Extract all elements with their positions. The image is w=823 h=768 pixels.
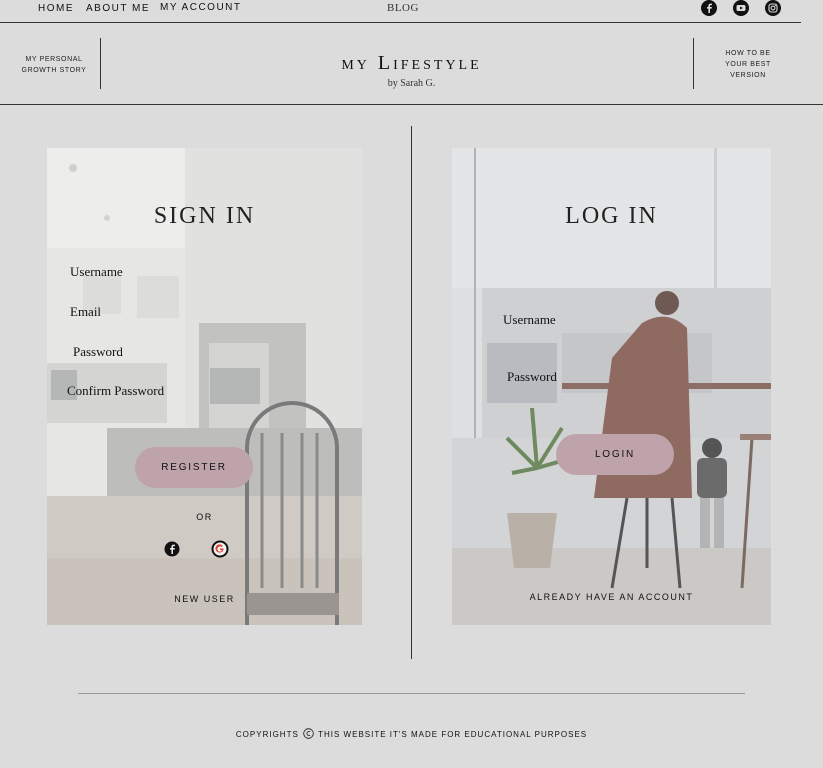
copyright-icon [303, 728, 314, 739]
site-title: my Lifestyle [341, 52, 482, 74]
nav-home[interactable]: Home [38, 3, 74, 14]
google-login-icon[interactable] [211, 540, 229, 558]
footer-text: Copyrights This website it's made for ed… [0, 728, 823, 739]
email-field[interactable]: Email [70, 304, 101, 320]
login-button[interactable]: login [556, 434, 674, 475]
username-field[interactable]: Username [70, 264, 123, 280]
youtube-icon[interactable] [733, 0, 749, 16]
nav-blog[interactable]: Blog [387, 2, 419, 14]
signin-panel: SIGN IN Username Email Password Confirm … [47, 148, 362, 625]
or-text: or [196, 512, 213, 522]
footer-notice: This website it's made for educational p… [318, 730, 588, 739]
nav-account[interactable]: My account [160, 2, 242, 13]
already-have-account-link[interactable]: already have an account [452, 592, 771, 602]
password-field[interactable]: Password [73, 344, 123, 360]
header-right-divider [693, 38, 694, 89]
signin-title: SIGN IN [153, 203, 256, 229]
facebook-icon[interactable] [701, 0, 717, 16]
site-subtitle: by Sarah G. [387, 78, 436, 89]
login-username-field[interactable]: Username [503, 312, 556, 328]
header-right-line3: version [730, 72, 766, 79]
footer-divider [78, 693, 745, 694]
facebook-login-icon[interactable] [164, 541, 180, 557]
confirm-password-field[interactable]: Confirm Password [67, 383, 164, 399]
footer-copyright: Copyrights [235, 730, 299, 739]
register-button[interactable]: Register [135, 447, 253, 488]
login-title: LOG IN [565, 203, 658, 229]
header-right-line1: How to be [725, 50, 771, 57]
instagram-icon[interactable] [765, 0, 781, 16]
login-panel: LOG IN Username Password login already h… [452, 148, 771, 625]
header-right-text[interactable]: How to be your best version [712, 48, 784, 81]
nav-about[interactable]: About me [86, 3, 150, 14]
header-divider [0, 104, 823, 105]
new-user-link[interactable]: new user [47, 594, 362, 604]
login-password-field[interactable]: Password [507, 369, 557, 385]
nav-divider [0, 22, 801, 23]
panel-divider [411, 126, 412, 659]
header-right-line2: your best [725, 61, 771, 68]
